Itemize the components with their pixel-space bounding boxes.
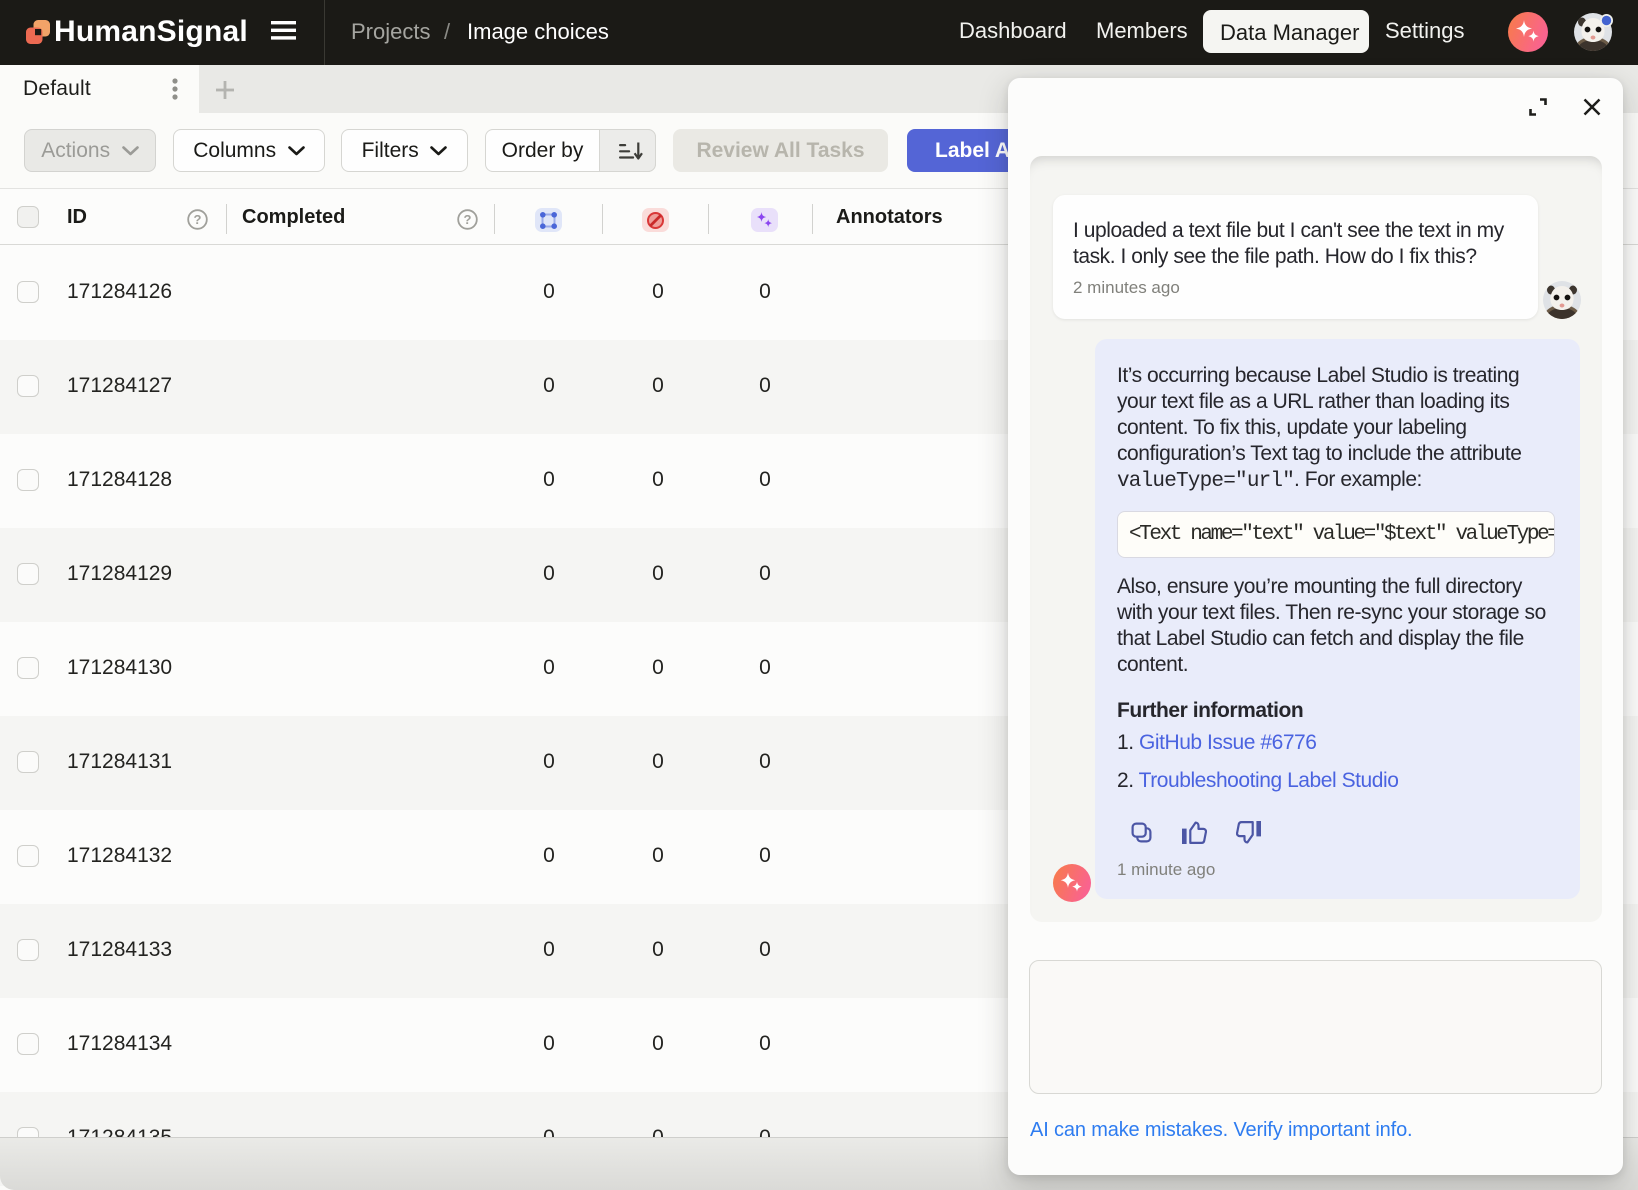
svg-text:?: ?	[194, 212, 202, 227]
svg-text:?: ?	[464, 212, 472, 227]
